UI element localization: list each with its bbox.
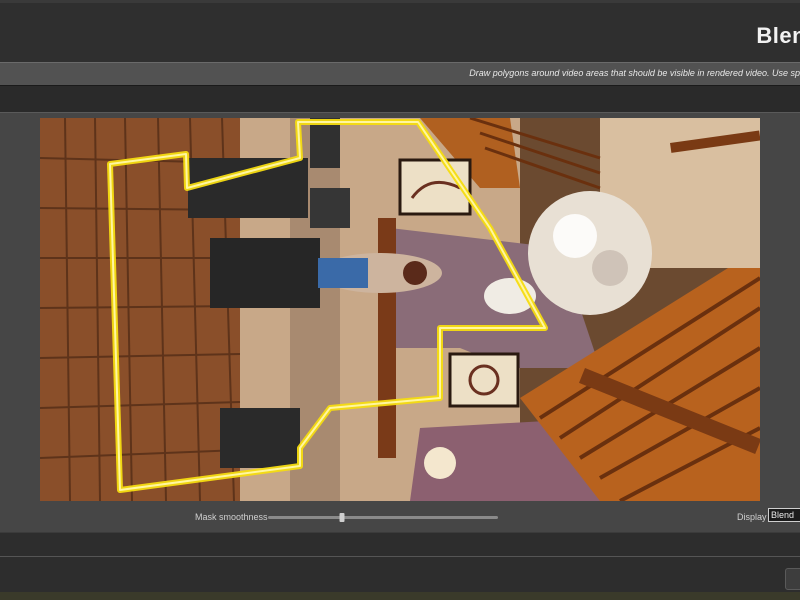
video-frame [40,118,760,501]
mask-smoothness-label: Mask smoothness [195,512,268,522]
instruction-text: Draw polygons around video areas that sh… [469,68,800,78]
corner-button[interactable] [785,568,800,590]
lamp-glow [424,447,456,479]
mask-smoothness-slider[interactable] [268,513,498,522]
chair-5 [310,188,350,228]
bottom-divider [0,556,800,557]
bottom-bar [0,532,800,600]
chair-3 [310,118,340,168]
title-bar: Blend [0,0,800,62]
controls-row: Mask smoothness Display Blend [0,506,800,528]
display-label: Display [737,512,767,522]
person-jeans [318,258,368,288]
instruction-bar: Draw polygons around video areas that sh… [0,62,800,86]
chair-2 [210,238,320,308]
video-preview[interactable] [40,118,760,501]
app-title: Blend [756,23,800,48]
wall-picture-bottom [448,352,520,408]
toolbar-spacer [0,86,800,112]
display-select[interactable]: Blend [768,508,800,522]
chair-1 [188,158,308,218]
chandelier [528,191,652,315]
mask-smoothness-thumb[interactable] [339,513,345,522]
chair-4 [220,408,300,468]
bottom-strip [0,592,800,600]
person-head [403,261,427,285]
